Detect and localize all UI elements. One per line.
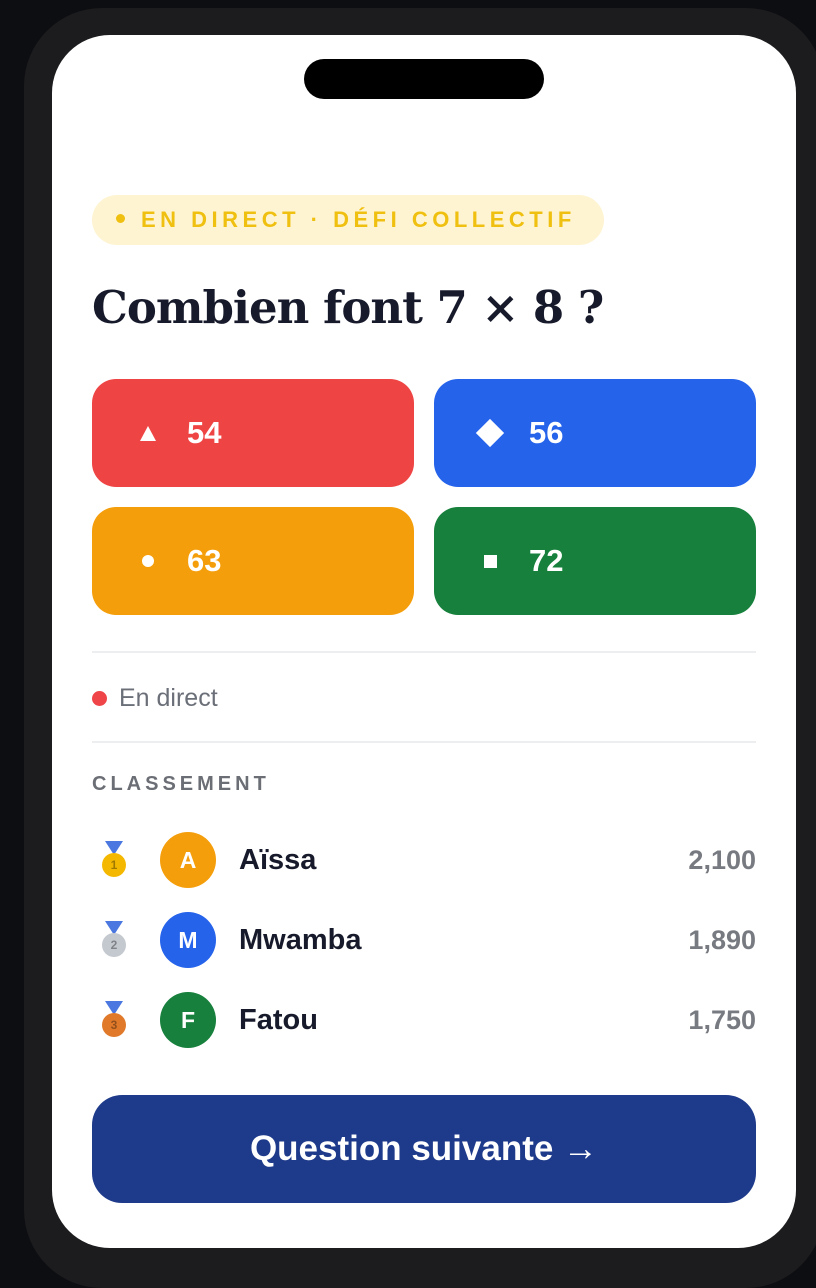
player-score: 1,750 [688, 1005, 756, 1035]
answer-button-54[interactable]: 54 [92, 379, 414, 487]
player-name: Mwamba [239, 924, 362, 956]
bronze-medal-icon: 3 [94, 1001, 134, 1041]
live-status: En direct [92, 683, 218, 713]
question-title: Combien font 7 × 8 ? [92, 281, 604, 334]
dynamic-island [304, 59, 544, 99]
divider [92, 741, 756, 743]
leaderboard-row: 2 M Mwamba 1,890 [92, 912, 756, 968]
gold-medal-icon: 1 [94, 841, 134, 881]
answer-label: 63 [187, 543, 222, 578]
answer-button-56[interactable]: 56 [434, 379, 756, 487]
avatar: A [160, 832, 216, 888]
answer-label: 72 [529, 543, 564, 578]
triangle-icon [129, 425, 167, 441]
badge-dot-icon [116, 213, 125, 223]
circle-icon [129, 555, 167, 567]
answer-button-72[interactable]: 72 [434, 507, 756, 615]
answer-label: 54 [187, 415, 222, 450]
silver-medal-icon: 2 [94, 921, 134, 961]
leaderboard-row: 1 A Aïssa 2,100 [92, 832, 756, 888]
answer-label: 56 [529, 415, 564, 450]
live-dot-icon [92, 690, 107, 706]
avatar: F [160, 992, 216, 1048]
player-name: Fatou [239, 1004, 318, 1036]
square-icon [471, 554, 509, 568]
answer-button-63[interactable]: 63 [92, 507, 414, 615]
player-name: Aïssa [239, 844, 317, 876]
badge-text: EN DIRECT · DÉFI COLLECTIF [141, 207, 576, 232]
diamond-icon [471, 418, 509, 448]
divider [92, 651, 756, 653]
leaderboard-row: 3 F Fatou 1,750 [92, 992, 756, 1048]
player-score: 1,890 [688, 925, 756, 955]
live-status-text: En direct [119, 684, 218, 712]
avatar: M [160, 912, 216, 968]
next-question-button[interactable]: Question suivante → [92, 1095, 756, 1203]
leaderboard-title: CLASSEMENT [92, 773, 270, 795]
live-challenge-badge: EN DIRECT · DÉFI COLLECTIF [92, 195, 604, 245]
player-score: 2,100 [688, 845, 756, 875]
phone-screen: EN DIRECT · DÉFI COLLECTIF Combien font … [52, 35, 796, 1248]
